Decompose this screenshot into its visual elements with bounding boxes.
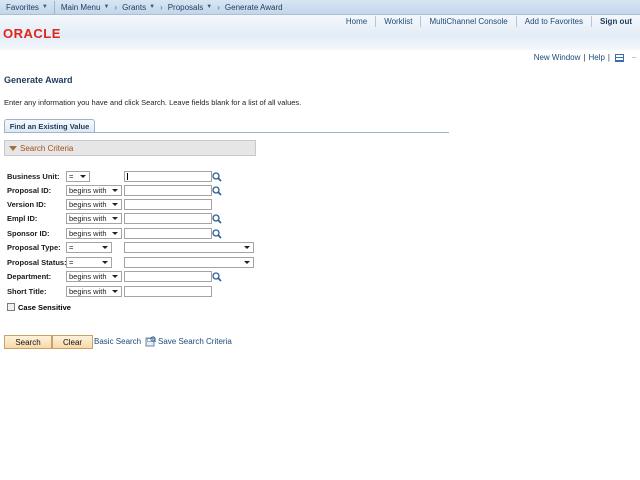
proposal-id-label: Proposal ID:	[7, 186, 52, 195]
breadcrumb-proposals[interactable]: Proposals	[168, 3, 204, 12]
dropdown-arrow-icon	[102, 246, 108, 249]
utility-separator: |	[607, 53, 610, 62]
breadcrumb-grants[interactable]: Grants	[122, 3, 146, 12]
lookup-icon[interactable]	[212, 214, 222, 224]
search-button[interactable]: Search	[4, 335, 52, 349]
favorites-menu[interactable]: Favorites ▼	[0, 0, 54, 15]
search-criteria-header[interactable]: Search Criteria	[4, 140, 256, 156]
proposal-status-operator[interactable]: =	[66, 257, 112, 268]
utility-separator: |	[583, 53, 586, 62]
proposal-type-operator[interactable]: =	[66, 242, 112, 253]
proposal-type-operator-value: =	[69, 243, 74, 252]
hidden-menu-icon	[632, 57, 636, 58]
sign-out-link[interactable]: Sign out	[592, 16, 640, 27]
help-link[interactable]: Help	[588, 53, 604, 62]
main-menu-label: Main Menu	[60, 2, 101, 12]
dropdown-arrow-icon	[112, 217, 118, 220]
breadcrumb-separator: ›	[160, 2, 163, 12]
page-title: Generate Award	[4, 75, 73, 85]
favorites-label: Favorites	[6, 2, 39, 12]
basic-search-link[interactable]: Basic Search	[94, 337, 141, 346]
business-unit-input[interactable]	[124, 171, 212, 182]
chevron-down-icon: ▼	[149, 4, 156, 10]
short-title-label: Short Title:	[7, 287, 47, 296]
lookup-icon[interactable]	[212, 229, 222, 239]
breadcrumb-separator: ›	[217, 2, 220, 12]
save-search-criteria-link[interactable]: Save Search Criteria	[158, 337, 232, 346]
empl-id-operator-value: begins with	[69, 214, 107, 223]
proposal-type-select[interactable]	[124, 242, 254, 253]
customize-page-icon[interactable]	[615, 53, 624, 62]
dropdown-arrow-icon	[112, 189, 118, 192]
proposal-status-label: Proposal Status:	[7, 258, 67, 267]
save-search-icon[interactable]	[145, 336, 156, 347]
version-id-label: Version ID:	[7, 200, 47, 209]
multichannel-console-link[interactable]: MultiChannel Console	[421, 16, 515, 27]
empl-id-input[interactable]	[124, 213, 212, 224]
clear-button[interactable]: Clear	[52, 335, 93, 349]
business-unit-operator-value: =	[69, 172, 74, 181]
case-sensitive-label: Case Sensitive	[18, 303, 71, 312]
tab-find-existing-value[interactable]: Find an Existing Value	[4, 119, 95, 133]
department-input[interactable]	[124, 271, 212, 282]
proposal-id-input[interactable]	[124, 185, 212, 196]
proposal-status-select[interactable]	[124, 257, 254, 268]
home-link[interactable]: Home	[338, 16, 375, 27]
dropdown-arrow-icon	[244, 246, 250, 249]
short-title-operator[interactable]: begins with	[66, 286, 122, 297]
tab-underline	[4, 132, 449, 133]
department-operator[interactable]: begins with	[66, 271, 122, 282]
short-title-operator-value: begins with	[69, 287, 107, 296]
lookup-icon[interactable]	[212, 186, 222, 196]
short-title-input[interactable]	[124, 286, 212, 297]
breadcrumb-current: Generate Award	[224, 2, 283, 12]
sponsor-id-label: Sponsor ID:	[7, 229, 50, 238]
dropdown-arrow-icon	[112, 290, 118, 293]
lookup-icon[interactable]	[212, 172, 222, 182]
breadcrumb-separator: ›	[114, 2, 118, 12]
chevron-down-icon: ▼	[103, 4, 110, 10]
proposal-status-operator-value: =	[69, 258, 74, 267]
add-to-favorites-link[interactable]: Add to Favorites	[517, 16, 591, 27]
page-instructions: Enter any information you have and click…	[4, 98, 302, 107]
oracle-logo: ORACLE	[3, 26, 61, 41]
dropdown-arrow-icon	[112, 275, 118, 278]
proposal-type-label: Proposal Type:	[7, 243, 61, 252]
department-label: Department:	[7, 272, 52, 281]
new-window-link[interactable]: New Window	[534, 53, 581, 62]
version-id-input[interactable]	[124, 199, 212, 210]
header-links: Home Worklist MultiChannel Console Add t…	[338, 16, 640, 27]
sponsor-id-input[interactable]	[124, 228, 212, 239]
proposal-id-operator-value: begins with	[69, 186, 107, 195]
lookup-icon[interactable]	[212, 272, 222, 282]
sponsor-id-operator-value: begins with	[69, 229, 107, 238]
dropdown-arrow-icon	[112, 203, 118, 206]
dropdown-arrow-icon	[80, 175, 86, 178]
utility-links: New Window | Help |	[534, 53, 636, 62]
top-navigation-bar: Favorites ▼ Main Menu ▼ › Grants ▼ › Pro…	[0, 0, 640, 15]
business-unit-operator[interactable]: =	[66, 171, 90, 182]
sponsor-id-operator[interactable]: begins with	[66, 228, 122, 239]
department-operator-value: begins with	[69, 272, 107, 281]
empl-id-label: Empl ID:	[7, 214, 38, 223]
search-criteria-label: Search Criteria	[20, 143, 74, 153]
empl-id-operator[interactable]: begins with	[66, 213, 122, 224]
dropdown-arrow-icon	[244, 261, 250, 264]
chevron-down-icon: ▼	[206, 4, 213, 10]
page-header: ORACLE Home Worklist MultiChannel Consol…	[0, 15, 640, 50]
collapse-triangle-icon[interactable]	[9, 145, 17, 151]
proposal-id-operator[interactable]: begins with	[66, 185, 122, 196]
chevron-down-icon: ▼	[41, 4, 48, 10]
worklist-link[interactable]: Worklist	[376, 16, 420, 27]
version-id-operator-value: begins with	[69, 200, 107, 209]
dropdown-arrow-icon	[102, 261, 108, 264]
dropdown-arrow-icon	[112, 232, 118, 235]
main-menu[interactable]: Main Menu ▼ › Grants ▼ › Proposals ▼ › G…	[55, 0, 289, 15]
case-sensitive-checkbox[interactable]	[7, 303, 15, 311]
business-unit-label: Business Unit:	[7, 172, 60, 181]
version-id-operator[interactable]: begins with	[66, 199, 122, 210]
